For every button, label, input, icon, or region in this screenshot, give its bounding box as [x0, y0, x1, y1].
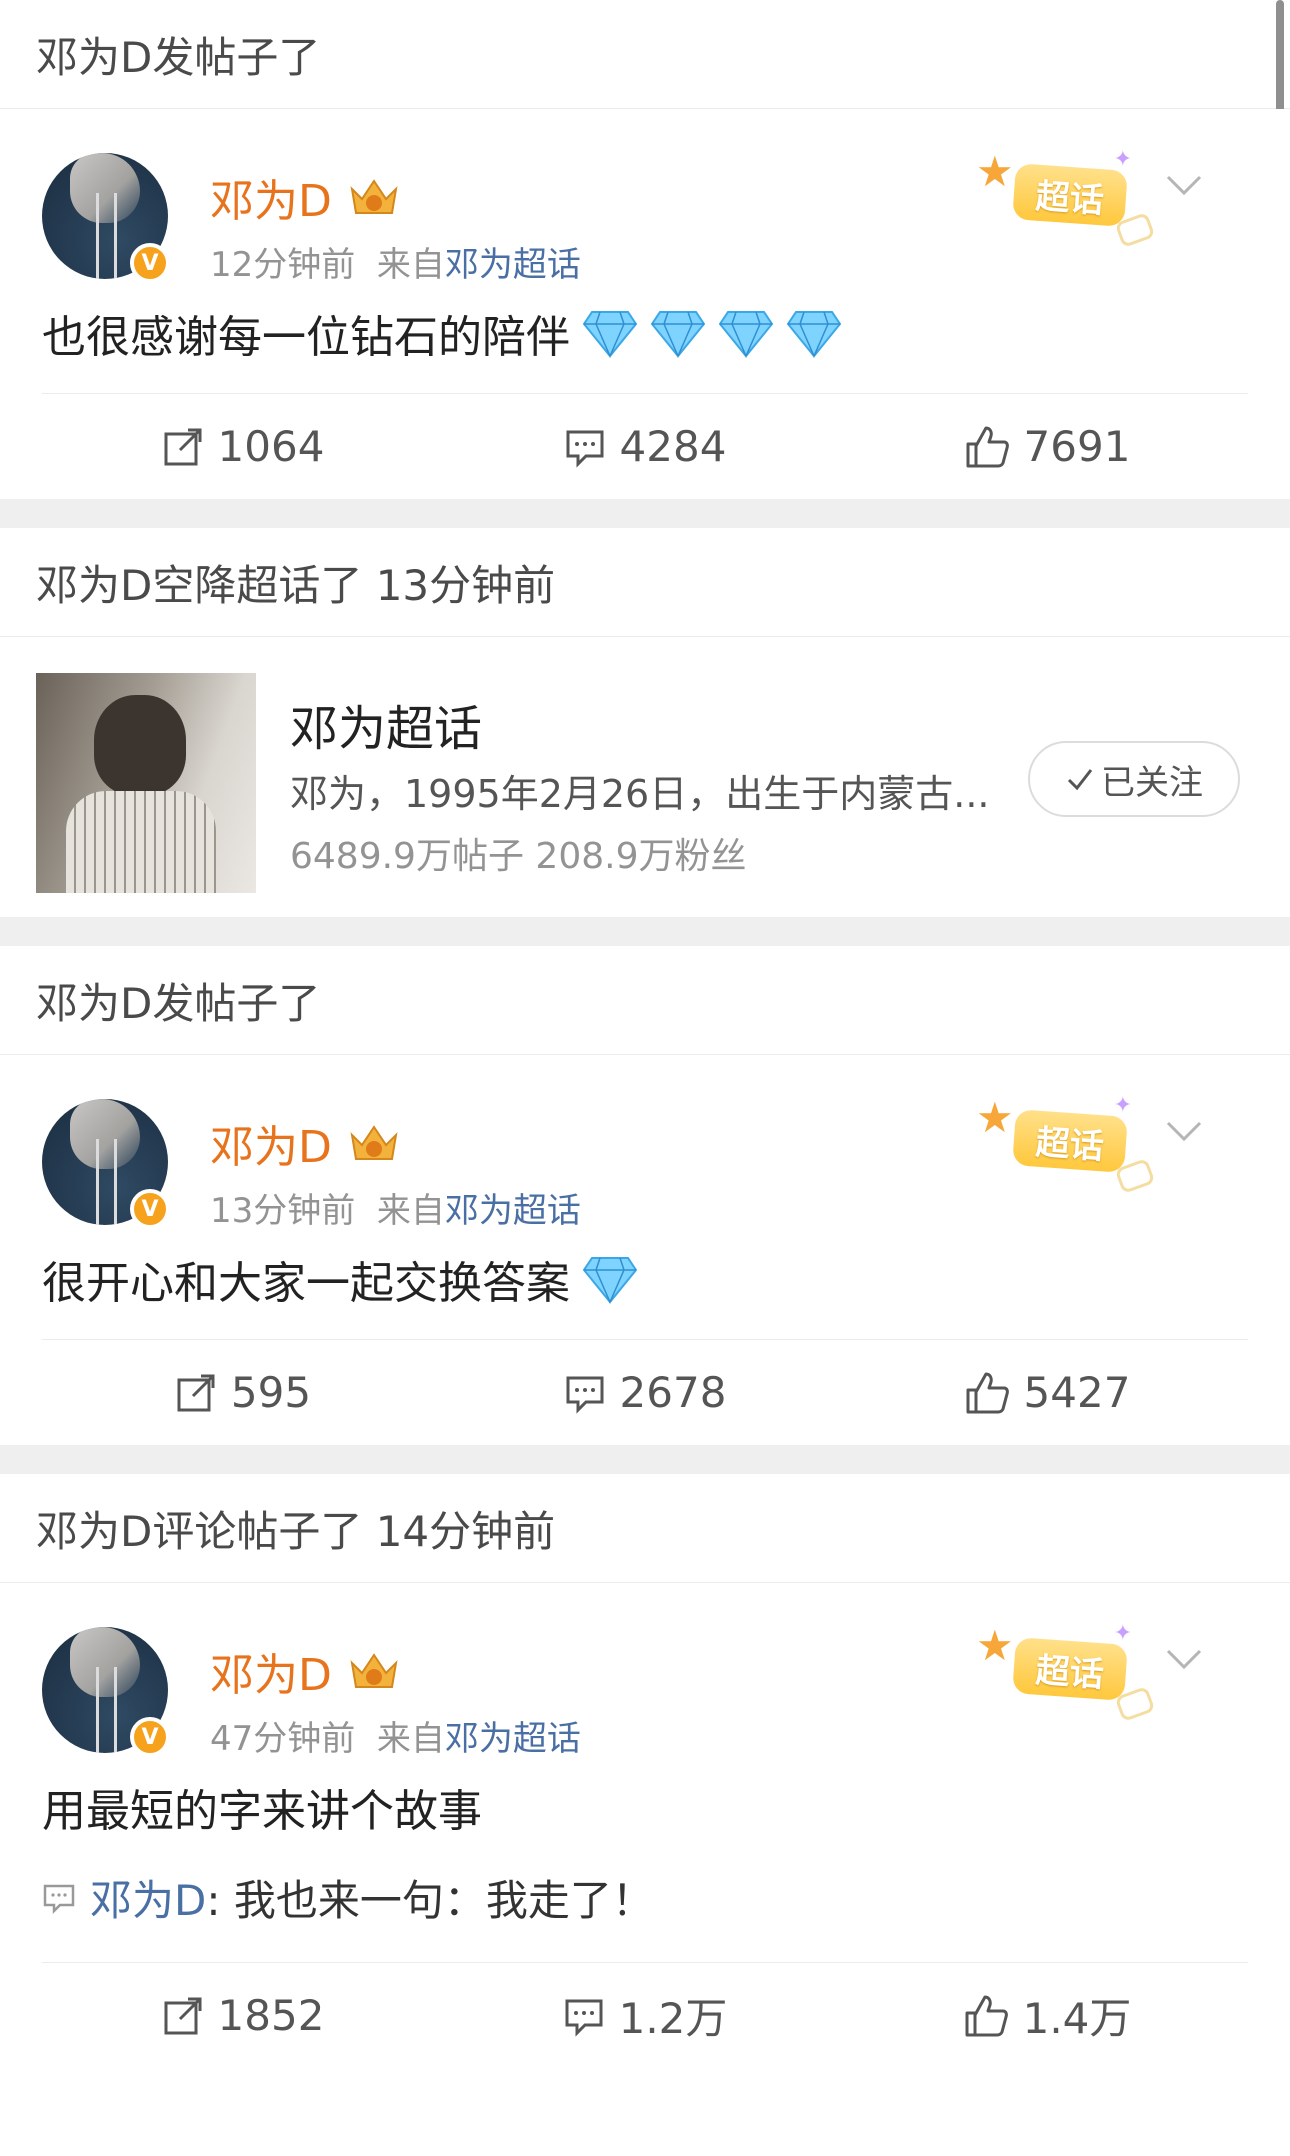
- comment-icon: [566, 1376, 604, 1414]
- chaohua-label: 超话: [1012, 163, 1128, 227]
- post-card[interactable]: V 邓为D 12分钟前 来自邓为超话 ★ 超话 ✦ 也很感谢每一位钻石的陪伴 1…: [0, 109, 1290, 499]
- comment-count: 4284: [619, 422, 727, 471]
- section-divider: [0, 499, 1290, 528]
- chevron-down-icon[interactable]: [1162, 1109, 1206, 1153]
- diamond-emoji-icon: [582, 311, 638, 358]
- star-icon: ★: [976, 1093, 1014, 1142]
- crown-level-icon: [348, 1649, 400, 1693]
- post-text: 用最短的字来讲个故事: [42, 1786, 482, 1837]
- sparkle-icon: ✦: [1113, 1621, 1132, 1646]
- chaohua-badge[interactable]: ★ 超话 ✦: [976, 1621, 1156, 1723]
- comment-icon: [566, 430, 604, 468]
- repost-icon: [164, 428, 202, 465]
- sparkle-icon: ✦: [1113, 147, 1132, 172]
- star-icon: ★: [976, 1621, 1014, 1670]
- comment-author[interactable]: 邓为D: [90, 1867, 206, 1928]
- post-meta: 13分钟前 来自邓为超话: [210, 1183, 581, 1232]
- topic-cover-image[interactable]: [36, 673, 256, 893]
- activity-header: 邓为D发帖子了: [0, 946, 1290, 1055]
- chaohua-badge[interactable]: ★ 超话 ✦: [976, 1093, 1156, 1195]
- chevron-down-icon[interactable]: [1162, 163, 1206, 207]
- activity-header: 邓为D评论帖子了 14分钟前: [0, 1474, 1290, 1583]
- repost-button[interactable]: 595: [42, 1368, 444, 1417]
- like-count: 7691: [1023, 422, 1131, 471]
- like-button[interactable]: 1.4万: [846, 1985, 1248, 2046]
- chaohua-label: 超话: [1012, 1109, 1128, 1173]
- like-button[interactable]: 5427: [846, 1368, 1248, 1417]
- source-prefix: 来自: [376, 1719, 445, 1759]
- comment-button[interactable]: 1.2万: [444, 1985, 846, 2046]
- diamond-emoji-icon: [582, 1257, 638, 1304]
- like-count: 5427: [1023, 1368, 1131, 1417]
- comment-button[interactable]: 4284: [444, 422, 846, 471]
- activity-header: 邓为D发帖子了: [0, 0, 1290, 109]
- comment-preview[interactable]: 邓为D: 我也来一句：我走了！: [42, 1867, 1248, 1962]
- post-body[interactable]: 很开心和大家一起交换答案: [42, 1235, 1248, 1339]
- crown-level-icon: [348, 1121, 400, 1165]
- chevron-down-icon[interactable]: [1162, 1637, 1206, 1681]
- post-meta: 47分钟前 来自邓为超话: [210, 1711, 581, 1760]
- topic-description: 邓为，1995年2月26日，出生于内蒙古...: [290, 772, 990, 816]
- section-divider: [0, 917, 1290, 946]
- thumbs-up-icon: [966, 426, 1009, 467]
- chaohua-topic-card[interactable]: 邓为超话 邓为，1995年2月26日，出生于内蒙古... 6489.9万帖子 2…: [0, 637, 1290, 917]
- followed-button[interactable]: 已关注: [1028, 741, 1240, 817]
- source-link[interactable]: 邓为超话: [445, 1191, 581, 1231]
- verified-badge-icon: V: [130, 1717, 170, 1757]
- diamond-emoji-icon: [786, 311, 842, 358]
- verified-badge-icon: V: [130, 243, 170, 283]
- like-button[interactable]: 7691: [846, 422, 1248, 471]
- star-icon: ★: [976, 147, 1014, 196]
- author-name[interactable]: 邓为D: [210, 1111, 332, 1175]
- author-name[interactable]: 邓为D: [210, 165, 332, 229]
- source-prefix: 来自: [376, 1191, 445, 1231]
- chaohua-badge[interactable]: ★ 超话 ✦: [976, 147, 1156, 249]
- topic-title[interactable]: 邓为超话: [290, 689, 482, 759]
- post-time: 47分钟前: [210, 1719, 356, 1759]
- verified-badge-icon: V: [130, 1189, 170, 1229]
- post-card[interactable]: V 邓为D 13分钟前 来自邓为超话 ★ 超话 ✦ 很开心和大家一起交换答案 5…: [0, 1055, 1290, 1445]
- source-link[interactable]: 邓为超话: [445, 245, 581, 285]
- post-text: 很开心和大家一起交换答案: [42, 1258, 570, 1309]
- like-count: 1.4万: [1022, 1994, 1132, 2043]
- thumbs-up-icon: [966, 1372, 1009, 1413]
- follow-label: 已关注: [1101, 762, 1203, 803]
- post-meta: 12分钟前 来自邓为超话: [210, 237, 581, 286]
- action-bar: 595 2678 5427: [42, 1339, 1248, 1445]
- source-prefix: 来自: [376, 245, 445, 285]
- crown-level-icon: [348, 175, 400, 219]
- repost-count: 1064: [217, 422, 325, 471]
- source-link[interactable]: 邓为超话: [445, 1719, 581, 1759]
- checkmark-icon: [1067, 769, 1093, 791]
- repost-button[interactable]: 1064: [42, 422, 444, 471]
- comment-icon: [565, 1999, 603, 2037]
- action-bar: 1064 4284 7691: [42, 393, 1248, 499]
- post-text: 也很感谢每一位钻石的陪伴: [42, 312, 570, 363]
- author-name[interactable]: 邓为D: [210, 1639, 332, 1703]
- chaohua-label: 超话: [1012, 1637, 1128, 1701]
- repost-icon: [177, 1374, 215, 1411]
- post-body[interactable]: 用最短的字来讲个故事: [42, 1763, 1248, 1867]
- diamond-emoji-icon: [718, 311, 774, 358]
- post-time: 13分钟前: [210, 1191, 356, 1231]
- sparkle-icon: ✦: [1113, 1093, 1132, 1118]
- comment-count: 2678: [619, 1368, 727, 1417]
- repost-count: 1852: [217, 1991, 325, 2040]
- repost-count: 595: [230, 1368, 312, 1417]
- post-body[interactable]: 也很感谢每一位钻石的陪伴: [42, 289, 1248, 393]
- diamond-emoji-icon: [650, 311, 706, 358]
- comment-icon: [43, 1884, 75, 1914]
- post-time: 12分钟前: [210, 245, 356, 285]
- repost-button[interactable]: 1852: [42, 1991, 444, 2040]
- section-divider: [0, 1445, 1290, 1474]
- comment-text: : 我也来一句：我走了！: [206, 1876, 654, 1925]
- comment-button[interactable]: 2678: [444, 1368, 846, 1417]
- topic-stats: 6489.9万帖子 208.9万粉丝: [290, 836, 747, 877]
- repost-icon: [164, 1997, 202, 2034]
- action-bar: 1852 1.2万 1.4万: [42, 1962, 1248, 2068]
- thumbs-up-icon: [965, 1995, 1008, 2036]
- post-card[interactable]: V 邓为D 47分钟前 来自邓为超话 ★ 超话 ✦ 用最短的字来讲个故事 邓为D…: [0, 1583, 1290, 2068]
- activity-header: 邓为D空降超话了 13分钟前: [0, 528, 1290, 637]
- comment-count: 1.2万: [618, 1994, 728, 2043]
